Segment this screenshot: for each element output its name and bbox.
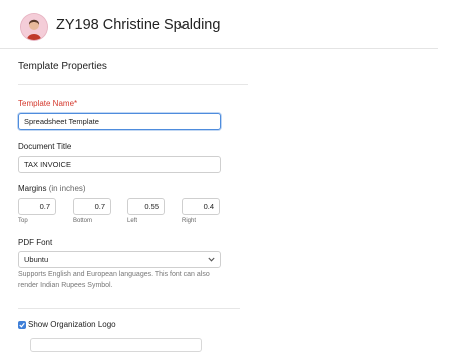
account-header: ZY198 Christine Spalding [0,0,474,50]
pdf-font-label: PDF Font [18,238,53,247]
margin-left-label: Left [127,218,138,224]
check-icon [19,322,25,328]
margin-bottom-label: Bottom [73,218,93,224]
chevron-down-icon [208,257,215,262]
template-name-input[interactable] [18,113,221,130]
margin-right-label: Right [182,218,197,224]
header-divider [0,48,438,49]
document-title-input[interactable] [18,156,221,173]
section-divider [18,308,240,309]
avatar-image [21,14,47,40]
margins-label-text: Margins [18,184,47,193]
section-title: Template Properties [18,61,107,72]
margin-top-input[interactable] [18,198,56,215]
pdf-font-select[interactable]: Ubuntu [18,251,221,268]
logo-upload-area[interactable] [30,338,202,352]
chevron-down-icon[interactable] [177,22,187,30]
margin-top-label: Top [18,218,28,224]
margins-unit: (in inches) [48,184,86,193]
avatar[interactable] [21,14,47,40]
account-name[interactable]: ZY198 Christine Spalding [56,17,220,33]
show-org-logo-checkbox[interactable] [18,321,26,329]
document-title-label: Document Title [18,142,72,151]
margin-right-input[interactable] [182,198,220,215]
margin-bottom-input[interactable] [73,198,111,215]
section-divider [18,84,248,85]
pdf-font-helper-text: Supports English and European languages.… [18,271,210,289]
pdf-font-selected: Ubuntu [24,255,49,264]
show-org-logo-label[interactable]: Show Organization Logo [28,320,116,329]
margin-left-input[interactable] [127,198,165,215]
margins-label: Margins (in inches) [18,184,86,193]
template-name-label: Template Name* [18,99,78,108]
